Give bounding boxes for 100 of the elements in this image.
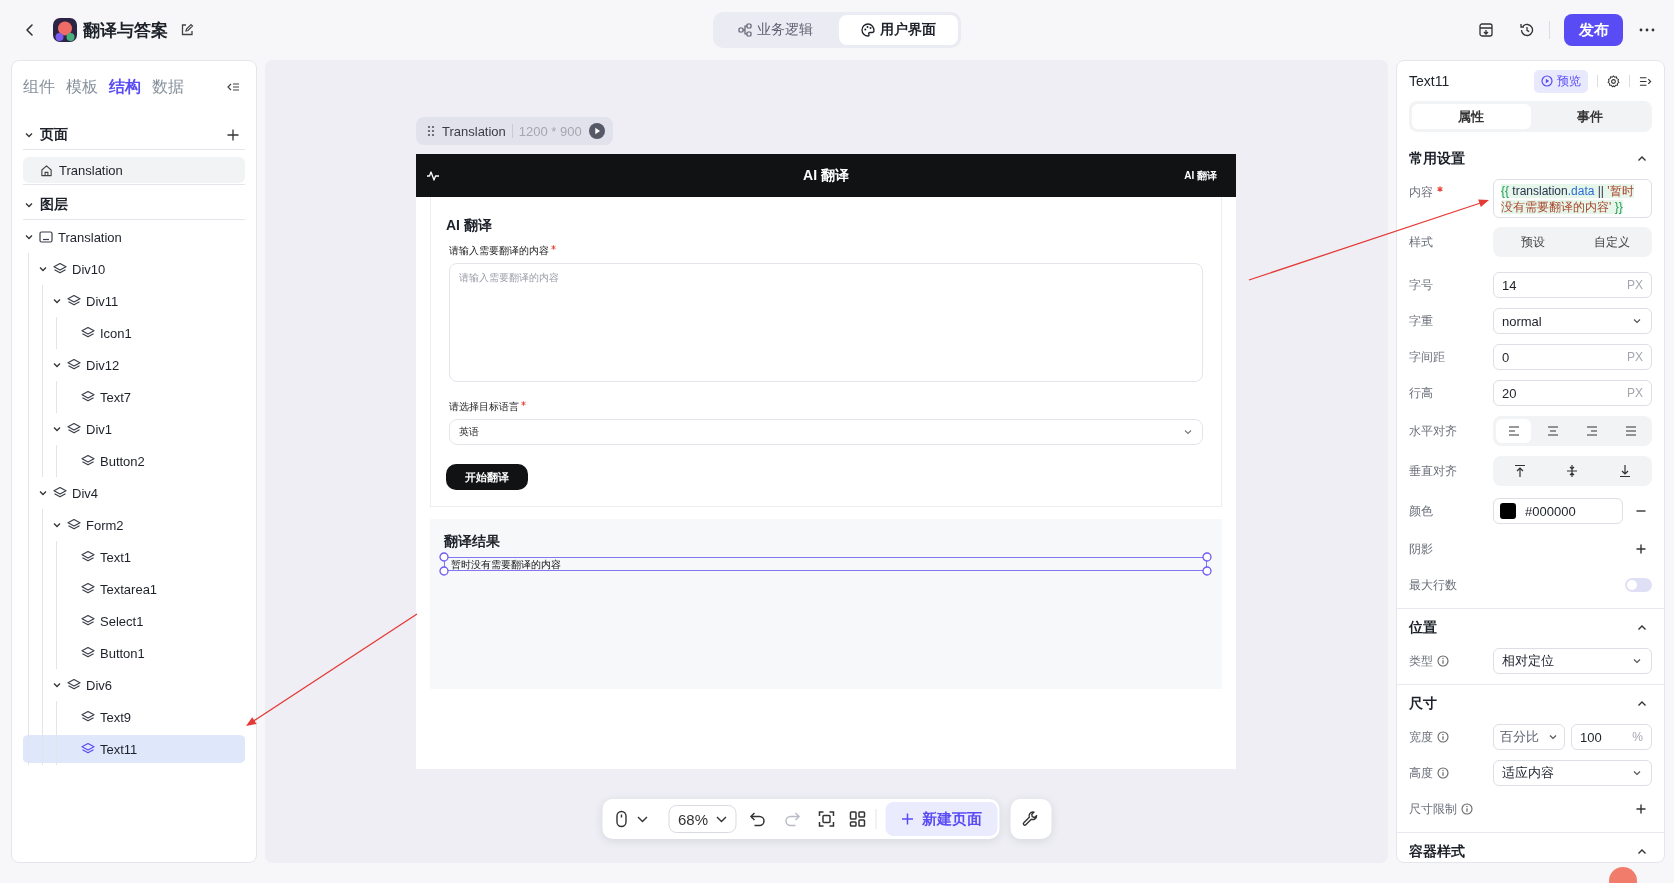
- fit-screen-icon[interactable]: [817, 810, 835, 828]
- home-icon: [40, 163, 53, 177]
- preview-button[interactable]: 预览: [1534, 69, 1588, 93]
- toggle-switch[interactable]: [1625, 578, 1652, 592]
- chevron-down-icon: [1183, 427, 1193, 437]
- language-select[interactable]: 英语: [449, 419, 1203, 445]
- info-icon[interactable]: [1461, 803, 1473, 815]
- layers-icon: [53, 262, 67, 276]
- layers-icon: [81, 614, 95, 628]
- property-label: 尺寸限制: [1409, 802, 1457, 816]
- grid-icon[interactable]: [848, 810, 866, 828]
- number-field[interactable]: 20 PX: [1493, 380, 1652, 406]
- plus-icon: [900, 812, 914, 826]
- layers-icon: [67, 422, 81, 436]
- tree-item[interactable]: Text11: [23, 733, 245, 765]
- collapse-panel-icon[interactable]: [226, 80, 240, 94]
- number-field[interactable]: 0 PX: [1493, 344, 1652, 370]
- tree-item[interactable]: Button2: [23, 445, 245, 477]
- monitor-icon: [39, 230, 53, 244]
- align-left-icon: [1506, 424, 1521, 438]
- property-label: 行高: [1409, 386, 1433, 400]
- panel-tab[interactable]: 事件: [1530, 104, 1649, 129]
- select-field[interactable]: 适应内容: [1493, 760, 1652, 786]
- select-field[interactable]: 百分比: [1493, 724, 1565, 750]
- number-field[interactable]: 14 PX: [1493, 272, 1652, 298]
- section-title: 尺寸: [1409, 695, 1437, 713]
- tree-item[interactable]: Text7: [23, 381, 245, 413]
- unit-label: PX: [1627, 350, 1643, 364]
- section-title: 位置: [1409, 619, 1437, 637]
- play-circle-icon: [1541, 75, 1553, 87]
- info-icon[interactable]: [1437, 731, 1449, 743]
- tree-item[interactable]: Div12: [23, 349, 245, 381]
- tree-item[interactable]: Icon1: [23, 317, 245, 349]
- section-title: 常用设置: [1409, 150, 1465, 168]
- property-label: 字间距: [1409, 350, 1445, 364]
- tree-item[interactable]: Button1: [23, 637, 245, 669]
- add-icon[interactable]: [1634, 802, 1648, 816]
- property-label: 垂直对齐: [1409, 464, 1457, 478]
- mode-tab[interactable]: 用户界面: [839, 15, 958, 45]
- tree-item[interactable]: Text1: [23, 541, 245, 573]
- property-label: 阴影: [1409, 542, 1433, 556]
- layers-icon: [67, 678, 81, 692]
- tools-button[interactable]: [1010, 799, 1051, 839]
- translate-button[interactable]: 开始翻译: [446, 464, 528, 490]
- nodes-icon: [738, 23, 752, 37]
- layers-icon: [81, 454, 95, 468]
- tree-item[interactable]: Textarea1: [23, 573, 245, 605]
- tree-item[interactable]: Div6: [23, 669, 245, 701]
- align-top-icon: [1513, 464, 1528, 478]
- layers-icon: [81, 646, 95, 660]
- mode-tab[interactable]: 业务逻辑: [716, 15, 835, 45]
- preview-title: AI 翻译: [803, 166, 849, 185]
- tree-item[interactable]: Div10: [23, 253, 245, 285]
- property-label: 字号: [1409, 278, 1433, 292]
- wrench-icon: [1021, 810, 1040, 828]
- tree-item[interactable]: Form2: [23, 509, 245, 541]
- segment-option[interactable]: 预设: [1496, 230, 1571, 254]
- add-icon[interactable]: [1634, 542, 1648, 556]
- section-title: 容器样式: [1409, 843, 1465, 861]
- tree-item[interactable]: Text9: [23, 701, 245, 733]
- panel-tab[interactable]: 属性: [1412, 104, 1531, 129]
- tree-item[interactable]: Translation: [23, 221, 245, 253]
- content-expression-field[interactable]: {{ translation.data || '暂时没有需要翻译的内容' }}: [1493, 179, 1652, 218]
- color-field[interactable]: #000000: [1493, 498, 1623, 524]
- number-field[interactable]: 100 %: [1571, 724, 1652, 750]
- edit-icon[interactable]: [180, 23, 194, 37]
- tree-item[interactable]: Div1: [23, 413, 245, 445]
- align-option[interactable]: [1496, 419, 1532, 443]
- property-label: 颜色: [1409, 504, 1433, 518]
- panel-tab[interactable]: 结构: [109, 76, 141, 98]
- drag-handle-icon[interactable]: [427, 125, 435, 137]
- play-icon[interactable]: [588, 123, 605, 139]
- select-field[interactable]: normal: [1493, 308, 1652, 334]
- text-input-area[interactable]: 请输入需要翻译的内容: [449, 263, 1203, 382]
- result-title: 翻译结果: [444, 532, 501, 550]
- more-icon[interactable]: [1639, 28, 1655, 32]
- select-field[interactable]: 相对定位: [1493, 648, 1652, 674]
- new-page-button[interactable]: 新建页面: [885, 802, 997, 836]
- tree-item[interactable]: Select1: [23, 605, 245, 637]
- app-title: 翻译与答案: [83, 19, 168, 42]
- palette-icon: [861, 23, 875, 37]
- property-label: 水平对齐: [1409, 424, 1457, 438]
- publish-button[interactable]: 发布: [1564, 14, 1623, 46]
- info-icon[interactable]: [1437, 767, 1449, 779]
- unit-label: PX: [1627, 278, 1643, 292]
- property-label: 最大行数: [1409, 578, 1457, 592]
- property-label: 内容: [1409, 185, 1433, 199]
- tree-item[interactable]: Div11: [23, 285, 245, 317]
- collapse-panel-icon[interactable]: [1639, 74, 1652, 88]
- page-tag[interactable]: Translation 1200 * 900: [416, 117, 613, 145]
- settings-icon[interactable]: [1607, 74, 1620, 88]
- archive-icon[interactable]: [1478, 22, 1494, 38]
- info-icon[interactable]: [1437, 655, 1449, 667]
- history-icon[interactable]: [1519, 22, 1535, 38]
- undo-icon[interactable]: [748, 810, 766, 828]
- add-icon[interactable]: [226, 128, 240, 142]
- page-item[interactable]: Translation: [23, 157, 245, 183]
- segment-option[interactable]: 自定义: [1574, 230, 1649, 254]
- tree-item[interactable]: Div4: [23, 477, 245, 509]
- unit-label: PX: [1627, 386, 1643, 400]
